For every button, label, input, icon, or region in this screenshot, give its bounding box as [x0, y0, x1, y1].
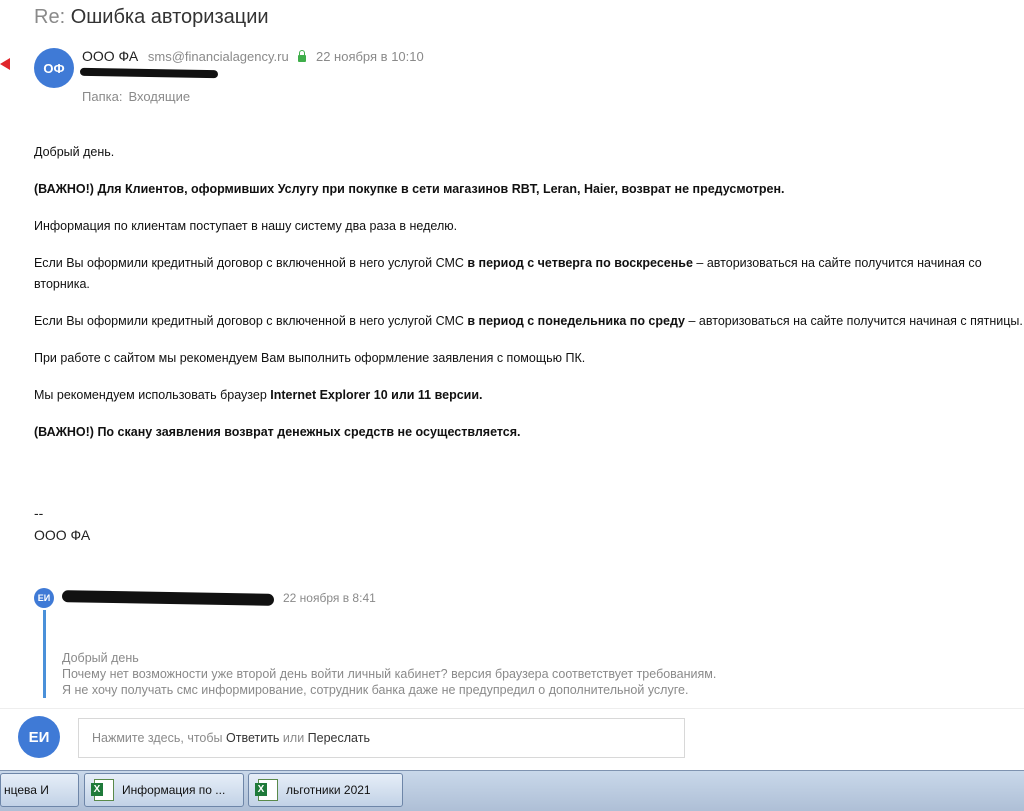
message-date: 22 ноября в 10:10: [315, 49, 424, 64]
taskbar-item-contact[interactable]: нцева И: [0, 773, 79, 807]
folder-line: Папка: Входящие: [82, 89, 190, 104]
reply-or: или: [279, 731, 308, 745]
sender-name[interactable]: ООО ФА: [82, 48, 138, 64]
subject-prefix: Re:: [34, 6, 66, 28]
reply-prompt: Нажмите здесь, чтобы: [92, 731, 227, 745]
sender-avatar[interactable]: ОФ: [34, 48, 74, 88]
body-period-1: Если Вы оформили кредитный договор с вкл…: [34, 256, 982, 291]
body-important-2: (ВАЖНО!) По скану заявления возврат дене…: [34, 425, 521, 439]
taskbar: нцева И Информация по ... льготники 2021: [0, 770, 1024, 811]
body-pc-recommendation: При работе с сайтом мы рекомендуем Вам в…: [34, 351, 586, 365]
redaction-scribble: [79, 67, 219, 79]
quoted-date: 22 ноября в 8:41: [283, 591, 376, 605]
quoted-line-1: Добрый день: [62, 651, 139, 665]
quoted-line-3: Я не хочу получать смс информирование, с…: [62, 683, 689, 697]
lock-icon: [298, 50, 307, 62]
quoted-avatar[interactable]: ЕИ: [34, 588, 54, 608]
excel-icon: [255, 779, 278, 801]
sender-email[interactable]: sms@financialagency.ru: [148, 49, 289, 64]
taskbar-item-excel-lgotniki[interactable]: льготники 2021: [248, 773, 403, 807]
forward-link[interactable]: Переслать: [308, 731, 370, 745]
signature-name: ООО ФА: [34, 527, 91, 543]
body-info: Информация по клиентам поступает в нашу …: [34, 219, 458, 233]
body-browser: Мы рекомендуем использовать браузер Inte…: [34, 388, 483, 402]
signature: -- ООО ФА: [34, 502, 90, 546]
reply-link[interactable]: Ответить: [226, 731, 279, 745]
folder-value[interactable]: Входящие: [128, 89, 190, 104]
taskbar-item-label: Информация по ...: [122, 783, 226, 797]
body-period-2: Если Вы оформили кредитный договор с вкл…: [34, 314, 1023, 328]
excel-icon: [91, 779, 114, 801]
folder-label: Папка:: [82, 89, 123, 104]
red-arrow-icon: [0, 58, 10, 70]
quoted-sender-redaction: [61, 590, 275, 606]
subject-title: Ошибка авторизации: [70, 6, 269, 28]
email-subject: Re: Ошибка авторизации: [34, 6, 269, 29]
body-important-1: (ВАЖНО!) Для Клиентов, оформивших Услугу…: [34, 182, 785, 196]
quoted-message: Добрый день Почему нет возможности уже в…: [62, 650, 716, 698]
body-greeting: Добрый день.: [34, 145, 115, 159]
quote-bar: [43, 610, 46, 698]
sender-line: ООО ФА sms@financialagency.ru 22 ноября …: [82, 48, 424, 64]
quoted-line-2: Почему нет возможности уже второй день в…: [62, 667, 717, 681]
reply-input[interactable]: Нажмите здесь, чтобы Ответить или Пересл…: [78, 718, 685, 758]
taskbar-item-label: нцева И: [4, 783, 49, 797]
taskbar-item-excel-info[interactable]: Информация по ...: [84, 773, 244, 807]
taskbar-item-label: льготники 2021: [286, 783, 371, 797]
message-body: Добрый день. (ВАЖНО!) Для Клиентов, офор…: [34, 142, 1024, 459]
signature-dash: --: [34, 505, 44, 521]
reply-avatar: ЕИ: [18, 716, 60, 758]
